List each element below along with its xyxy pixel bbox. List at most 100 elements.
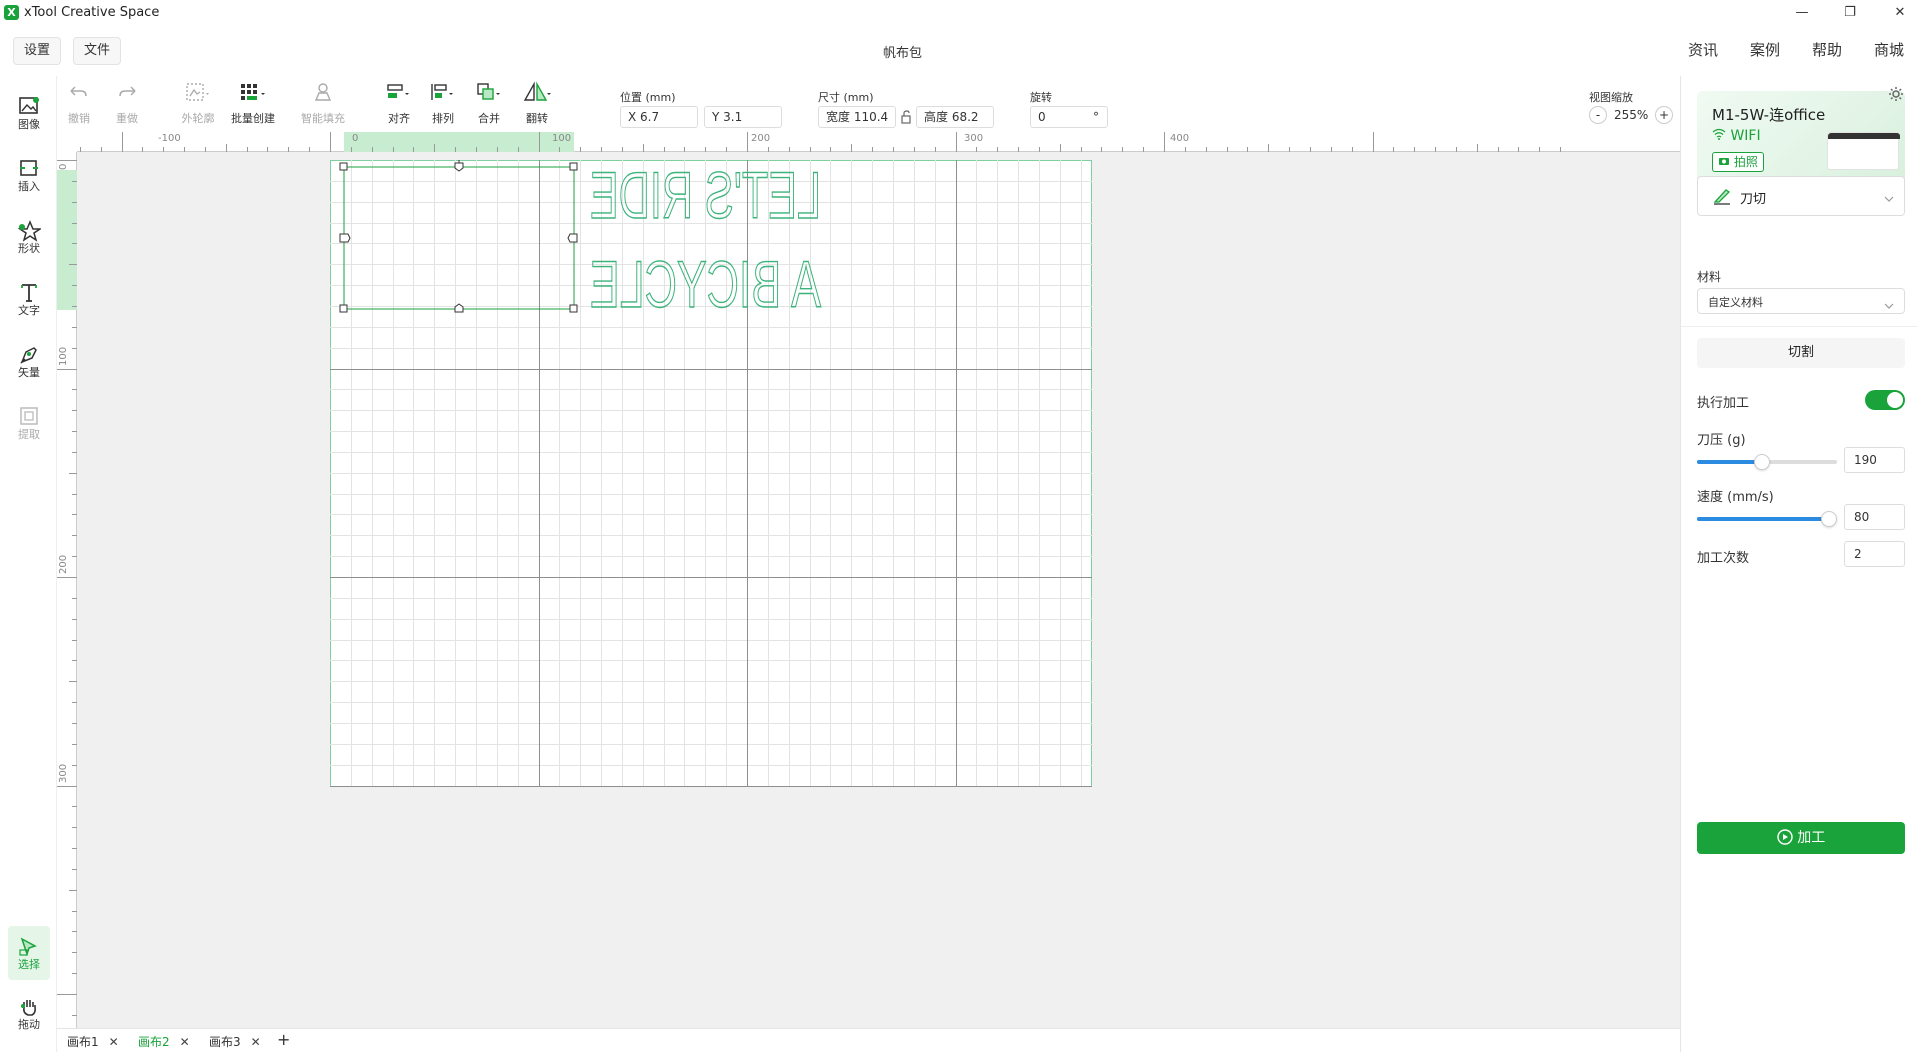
shape-tool[interactable]: 形状 [8, 210, 50, 264]
outline-icon [170, 81, 226, 107]
minimize-button[interactable]: — [1787, 2, 1817, 24]
redo-icon [99, 81, 155, 107]
mode-select[interactable]: 刀切 [1697, 176, 1905, 216]
material-select[interactable]: 自定义材料 [1697, 288, 1905, 314]
rotate-group: 旋转 [1030, 86, 1052, 105]
shape-tool-label: 形状 [18, 242, 40, 255]
resize-handle[interactable] [339, 233, 351, 243]
size-group: 尺寸 (mm) [818, 86, 874, 105]
close-icon[interactable]: ✕ [109, 1035, 119, 1049]
y-input[interactable]: Y 3.1 [704, 106, 782, 128]
canvas-tab-3[interactable]: 画布3 ✕ [209, 1033, 261, 1050]
pressure-slider[interactable] [1697, 454, 1837, 470]
pressure-slider-thumb[interactable] [1754, 454, 1770, 470]
zoom-value[interactable]: 255% [1614, 108, 1648, 122]
ruler-corner [57, 132, 77, 152]
vertical-ruler: 0 100 200 300 [57, 152, 77, 1028]
x-input[interactable]: X 6.7 [620, 106, 698, 128]
process-button[interactable]: 加工 [1697, 822, 1905, 854]
connection-status: WIFI [1712, 128, 1761, 144]
height-input[interactable]: 高度 68.2 [916, 106, 994, 128]
pressure-input[interactable]: 190 [1844, 447, 1905, 473]
drag-tool-label: 拖动 [18, 1018, 40, 1031]
app-window: X xTool Creative Space — ❐ ✕ 设置 文件 帆布包 资… [0, 0, 1917, 1052]
speed-input[interactable]: 80 [1844, 504, 1905, 530]
resize-handle[interactable] [339, 162, 348, 171]
passes-label: 加工次数 [1697, 551, 1750, 566]
select-tool[interactable]: 选择 [8, 926, 50, 980]
drag-tool[interactable]: 拖动 [8, 986, 50, 1040]
camera-icon [1718, 155, 1730, 169]
smart-fill-label: 智能填充 [301, 112, 345, 125]
smart-fill-button[interactable]: 智能填充 [295, 81, 351, 129]
vector-tool[interactable]: 矢量 [8, 334, 50, 388]
add-canvas-button[interactable]: + [277, 1030, 290, 1049]
news-link[interactable]: 资讯 [1688, 39, 1718, 60]
redo-button[interactable]: 重做 [99, 81, 155, 129]
vector-tool-label: 矢量 [18, 366, 40, 379]
rotate-input[interactable]: 0 ° [1030, 106, 1108, 128]
resize-handle[interactable] [567, 233, 578, 243]
hand-icon [8, 986, 50, 1016]
speed-slider[interactable] [1697, 511, 1837, 527]
device-card[interactable]: M1-5W-连office WIFI 拍照 [1697, 91, 1905, 187]
rotate-label: 旋转 [1030, 91, 1052, 104]
app-header: 设置 文件 帆布包 资讯 案例 帮助 商城 [0, 26, 1917, 76]
batch-create-button[interactable]: 批量创建 [225, 81, 281, 129]
process-button-label: 加工 [1797, 830, 1826, 846]
wifi-icon [1712, 128, 1726, 144]
horizontal-ruler: -100 0 100 200 300 400 [77, 132, 1680, 152]
speed-label: 速度 (mm/s) [1697, 490, 1774, 505]
canvas-tab-label: 画布1 [67, 1035, 99, 1049]
resize-handle[interactable] [339, 304, 348, 313]
speed-slider-thumb[interactable] [1821, 511, 1837, 527]
ruler-label: 100 [552, 133, 572, 144]
design-board[interactable]: LET'S RIDE A BICYCLE [330, 160, 1093, 788]
canvas-tab-2[interactable]: 画布2 ✕ [138, 1033, 190, 1050]
ruler-label: 300 [964, 133, 984, 144]
canvas-workarea[interactable]: -100 0 100 200 300 400 0 100 200 300 LET… [57, 132, 1680, 1028]
chevron-down-icon [1884, 296, 1894, 315]
cases-link[interactable]: 案例 [1750, 39, 1780, 60]
store-link[interactable]: 商城 [1874, 39, 1904, 60]
help-link[interactable]: 帮助 [1812, 39, 1842, 60]
shape-icon [8, 210, 50, 242]
restore-button[interactable]: ❐ [1835, 2, 1865, 24]
resize-handle[interactable] [569, 304, 578, 313]
ruler-label: 0 [58, 163, 69, 170]
image-icon [8, 86, 50, 114]
zoom-label: 视图缩放 [1589, 91, 1633, 104]
chevron-down-icon [1884, 189, 1894, 208]
redo-label: 重做 [116, 112, 138, 125]
vertical-ruler-ticks [57, 160, 77, 1016]
image-tool[interactable]: 图像 [8, 86, 50, 140]
select-tool-label: 选择 [18, 958, 40, 971]
gear-icon[interactable] [1888, 86, 1904, 106]
outline-button[interactable]: 外轮廓 [170, 81, 226, 129]
close-window-button[interactable]: ✕ [1885, 2, 1915, 24]
resize-handle[interactable] [569, 162, 578, 171]
enable-processing-toggle[interactable] [1865, 390, 1905, 410]
width-input[interactable]: 宽度 110.4 [818, 106, 896, 128]
flip-button[interactable]: 翻转 [509, 81, 565, 129]
title-bar: X xTool Creative Space — ❐ ✕ [0, 0, 1917, 26]
lock-icon[interactable] [900, 109, 912, 128]
insert-tool-label: 插入 [18, 180, 40, 193]
size-label: 尺寸 (mm) [818, 91, 874, 104]
passes-input[interactable]: 2 [1844, 541, 1905, 567]
zoom-in-button[interactable]: + [1655, 106, 1673, 124]
insert-icon [8, 148, 50, 176]
canvas-tab-1[interactable]: 画布1 ✕ [67, 1033, 119, 1050]
cut-operation-button[interactable]: 切割 [1697, 338, 1905, 368]
camera-button[interactable]: 拍照 [1712, 152, 1764, 172]
close-icon[interactable]: ✕ [251, 1035, 261, 1049]
text-tool[interactable]: 文字 [8, 272, 50, 326]
mode-value: 刀切 [1740, 192, 1767, 207]
extract-tool[interactable]: 提取 [8, 396, 50, 450]
zoom-out-button[interactable]: - [1589, 106, 1607, 124]
material-label: 材料 [1697, 270, 1722, 284]
insert-tool[interactable]: 插入 [8, 148, 50, 202]
flip-label: 翻转 [526, 112, 548, 125]
close-icon[interactable]: ✕ [180, 1035, 190, 1049]
flip-icon [509, 81, 565, 107]
